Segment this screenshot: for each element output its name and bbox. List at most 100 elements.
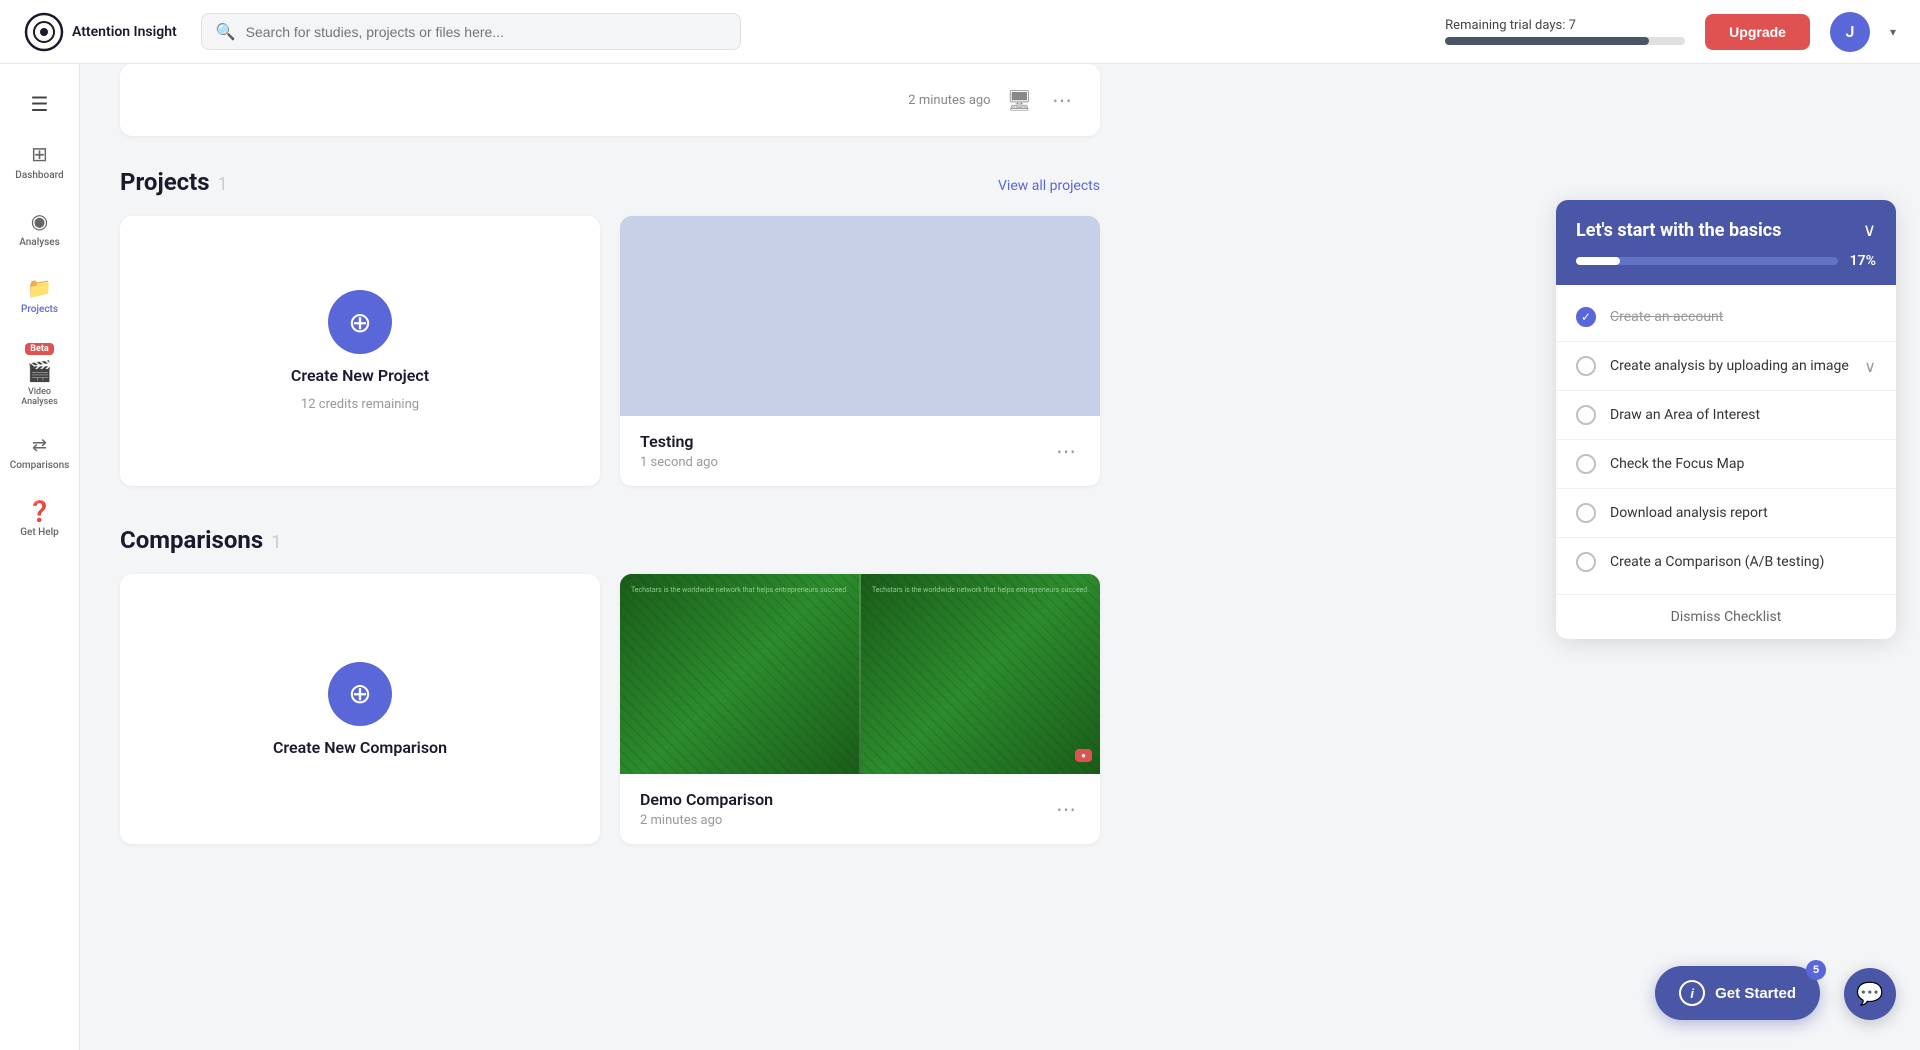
sidebar-label-video: Video Analyses — [12, 387, 68, 407]
sidebar-label-projects: Projects — [21, 304, 58, 315]
search-icon: 🔍 — [216, 22, 236, 41]
chat-icon: 💬 — [1856, 982, 1883, 1007]
comparison-more-icon[interactable]: ⋯ — [1052, 793, 1080, 825]
projects-icon: 📁 — [27, 276, 52, 300]
top-card-screen-icon: 🖥 — [1007, 88, 1032, 112]
sidebar-label-analyses: Analyses — [19, 237, 60, 248]
comp-thumb-left: Techstars is the worldwide network that … — [620, 574, 859, 774]
upgrade-button[interactable]: Upgrade — [1705, 14, 1810, 50]
comp-thumb-text-left: Techstars is the worldwide network that … — [628, 586, 851, 596]
plus-comparison-icon: ⊕ — [348, 677, 371, 710]
create-project-title: Create New Project — [291, 366, 429, 385]
check-radio-comparison — [1576, 552, 1596, 572]
logo-icon — [24, 12, 64, 52]
hamburger-menu-icon[interactable]: ☰ — [23, 84, 57, 124]
user-avatar[interactable]: J — [1830, 12, 1870, 52]
checklist-item-download-report[interactable]: Download analysis report — [1556, 489, 1896, 538]
checklist-progress-row: 17% — [1556, 249, 1896, 285]
comparisons-count: 1 — [271, 532, 281, 553]
checklist-header: Let's start with the basics ∨ — [1556, 200, 1896, 249]
project-card-info: Testing 1 second ago ⋯ — [620, 416, 1100, 486]
checklist-progress-bar — [1576, 257, 1838, 265]
navbar-right: Remaining trial days: 7 Upgrade J ▾ — [1445, 12, 1896, 52]
sidebar-item-help[interactable]: ❓ Get Help — [4, 489, 76, 548]
checklist-label-comparison: Create a Comparison (A/B testing) — [1610, 554, 1876, 570]
plus-icon: ⊕ — [348, 306, 371, 339]
project-title: Testing — [640, 432, 718, 451]
sidebar-label-comparisons: Comparisons — [10, 460, 70, 471]
create-comparison-title: Create New Comparison — [273, 738, 447, 757]
top-card-time: 2 minutes ago — [908, 93, 990, 108]
beta-badge: Beta — [25, 343, 53, 355]
comparison-card-info: Demo Comparison 2 minutes ago ⋯ — [620, 774, 1100, 844]
project-card-testing[interactable]: Testing 1 second ago ⋯ — [620, 216, 1100, 486]
search-bar[interactable]: 🔍 — [201, 13, 741, 50]
app-logo[interactable]: Attention Insight — [24, 12, 177, 52]
checklist-item-draw-aoi[interactable]: Draw an Area of Interest — [1556, 391, 1896, 440]
sidebar-label-help: Get Help — [20, 527, 59, 538]
dashboard-icon: ⊞ — [31, 142, 48, 166]
sidebar-item-dashboard[interactable]: ⊞ Dashboard — [4, 132, 76, 191]
sidebar-item-projects[interactable]: 📁 Projects — [4, 266, 76, 325]
checklist-items-list: ✓ Create an account Create analysis by u… — [1556, 285, 1896, 594]
navbar: Attention Insight 🔍 Remaining trial days… — [0, 0, 1920, 64]
projects-count: 1 — [218, 174, 228, 195]
sidebar-item-comparisons[interactable]: ⇄ Comparisons — [4, 425, 76, 481]
analyses-icon: ◉ — [31, 209, 48, 233]
get-started-button[interactable]: i Get Started 5 — [1655, 966, 1820, 1020]
create-comparison-icon: ⊕ — [328, 662, 392, 726]
chat-button[interactable]: 💬 — [1844, 968, 1896, 1020]
checklist-title: Let's start with the basics — [1576, 220, 1781, 241]
create-project-icon: ⊕ — [328, 290, 392, 354]
project-time: 1 second ago — [640, 455, 718, 470]
check-radio-draw-aoi — [1576, 405, 1596, 425]
checklist-label-download-report: Download analysis report — [1610, 505, 1876, 521]
comparisons-title: Comparisons 1 — [120, 526, 281, 554]
search-input[interactable] — [246, 24, 726, 40]
comparisons-grid: ⊕ Create New Comparison Techstars is the… — [120, 574, 1100, 844]
comparison-thumbnails: Techstars is the worldwide network that … — [620, 574, 1100, 774]
top-card-meta: 2 minutes ago 🖥 ⋯ — [908, 84, 1076, 116]
checklist-item-create-analysis[interactable]: Create analysis by uploading an image ∨ — [1556, 342, 1896, 391]
projects-grid: ⊕ Create New Project 12 credits remainin… — [120, 216, 1100, 486]
sidebar-item-analyses[interactable]: ◉ Analyses — [4, 199, 76, 258]
app-name: Attention Insight — [72, 24, 177, 40]
projects-section-header: Projects 1 View all projects — [120, 168, 1100, 196]
comparison-time: 2 minutes ago — [640, 813, 773, 828]
checklist-label-create-account: Create an account — [1610, 309, 1876, 325]
comparison-card-demo[interactable]: Techstars is the worldwide network that … — [620, 574, 1100, 844]
project-thumbnail — [620, 216, 1100, 416]
checklist-item-create-account[interactable]: ✓ Create an account — [1556, 293, 1896, 342]
checklist-collapse-icon[interactable]: ∨ — [1863, 220, 1876, 241]
comparisons-icon: ⇄ — [32, 435, 47, 456]
avatar-caret-icon[interactable]: ▾ — [1890, 25, 1896, 39]
comp-badge: ● — [1075, 749, 1092, 762]
dismiss-checklist-button[interactable]: Dismiss Checklist — [1556, 594, 1896, 639]
check-radio-create-analysis — [1576, 356, 1596, 376]
check-radio-focus-map — [1576, 454, 1596, 474]
create-comparison-card[interactable]: ⊕ Create New Comparison — [120, 574, 600, 844]
top-card-more-icon[interactable]: ⋯ — [1048, 84, 1076, 116]
checklist-expand-icon[interactable]: ∨ — [1864, 357, 1876, 376]
comp-thumb-right: Techstars is the worldwide network that … — [859, 574, 1100, 774]
sidebar: ☰ ⊞ Dashboard ◉ Analyses 📁 Projects Beta… — [0, 64, 80, 1050]
help-icon: ❓ — [27, 499, 52, 523]
comparisons-section-header: Comparisons 1 — [120, 526, 1100, 554]
create-project-card[interactable]: ⊕ Create New Project 12 credits remainin… — [120, 216, 600, 486]
trial-progress-fill — [1445, 37, 1649, 45]
checklist-item-comparison[interactable]: Create a Comparison (A/B testing) — [1556, 538, 1896, 586]
check-radio-create-account: ✓ — [1576, 307, 1596, 327]
video-icon: 🎬 — [27, 359, 52, 383]
trial-progress-bar — [1445, 37, 1685, 45]
project-more-icon[interactable]: ⋯ — [1052, 435, 1080, 467]
checklist-label-focus-map: Check the Focus Map — [1610, 456, 1876, 472]
get-started-badge: 5 — [1806, 960, 1826, 980]
checklist-item-focus-map[interactable]: Check the Focus Map — [1556, 440, 1896, 489]
checklist-progress-fill — [1576, 257, 1620, 265]
checklist-label-create-analysis: Create analysis by uploading an image — [1610, 358, 1850, 374]
comp-thumb-text-right: Techstars is the worldwide network that … — [869, 586, 1092, 596]
sidebar-item-video-analyses[interactable]: Beta 🎬 Video Analyses — [4, 333, 76, 417]
view-all-projects-link[interactable]: View all projects — [998, 178, 1100, 194]
trial-text: Remaining trial days: 7 — [1445, 18, 1685, 33]
info-icon: i — [1679, 980, 1705, 1006]
